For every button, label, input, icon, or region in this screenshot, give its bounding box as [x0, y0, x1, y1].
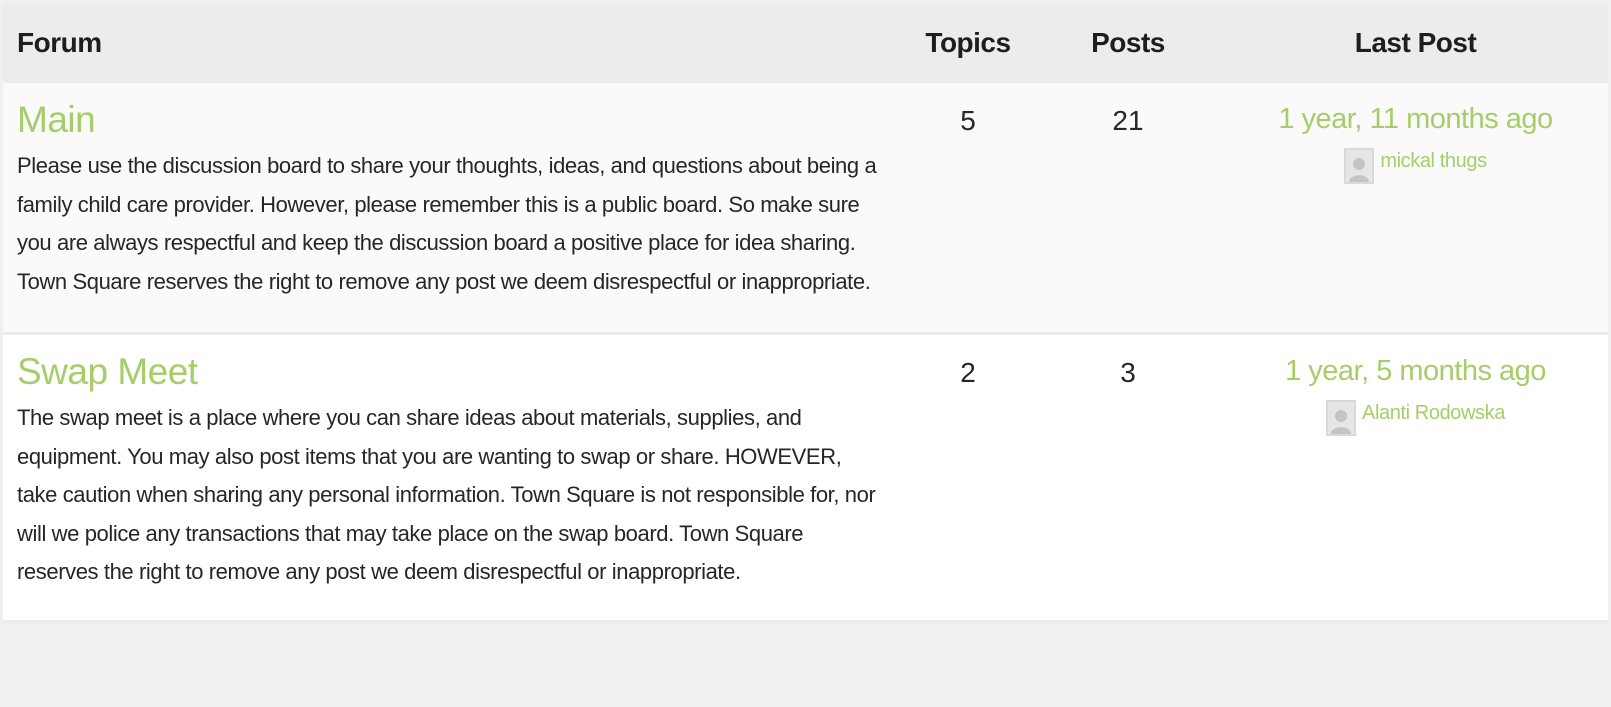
forum-row-main: Main Please use the discussion board to …: [3, 83, 1608, 335]
header-posts: Posts: [1091, 27, 1165, 58]
last-post-cell: 1 year, 5 months ago Alanti Rodowska: [1223, 335, 1608, 439]
page: Forum Topics Posts Last Post Main Please…: [0, 0, 1611, 707]
header-last-post-cell: Last Post: [1223, 27, 1608, 59]
posts-cell: 21: [1033, 83, 1223, 137]
last-post-cell: 1 year, 11 months ago mickal thugs: [1223, 83, 1608, 187]
header-forum-cell: Forum: [3, 27, 903, 59]
forum-row-swap-meet: Swap Meet The swap meet is a place where…: [3, 335, 1608, 623]
table-header: Forum Topics Posts Last Post: [3, 3, 1608, 83]
forum-description: The swap meet is a place where you can s…: [17, 405, 876, 584]
forum-title-link[interactable]: Main: [17, 99, 903, 141]
forum-title-link[interactable]: Swap Meet: [17, 351, 903, 393]
topics-cell: 2: [903, 335, 1033, 389]
header-topics-cell: Topics: [903, 27, 1033, 59]
user-avatar-icon[interactable]: [1344, 148, 1375, 184]
topics-count: 2: [960, 357, 976, 388]
posts-cell: 3: [1033, 335, 1223, 389]
header-posts-cell: Posts: [1033, 27, 1223, 59]
forum-info-cell: Swap Meet The swap meet is a place where…: [3, 335, 903, 592]
last-post-author: Alanti Rodowska: [1326, 400, 1505, 436]
header-topics: Topics: [925, 27, 1011, 58]
forum-table: Forum Topics Posts Last Post Main Please…: [3, 3, 1608, 623]
header-forum: Forum: [17, 27, 102, 58]
header-last-post: Last Post: [1354, 27, 1477, 58]
posts-count: 3: [1120, 357, 1136, 388]
last-post-time-link[interactable]: 1 year, 11 months ago: [1223, 103, 1608, 136]
author-name-link[interactable]: Alanti Rodowska: [1362, 402, 1505, 425]
forum-description: Please use the discussion board to share…: [17, 153, 877, 294]
user-avatar-icon[interactable]: [1326, 400, 1357, 436]
author-name-link[interactable]: mickal thugs: [1380, 150, 1487, 173]
topics-cell: 5: [903, 83, 1033, 137]
last-post-time-link[interactable]: 1 year, 5 months ago: [1223, 355, 1608, 388]
last-post-author: mickal thugs: [1344, 148, 1487, 184]
topics-count: 5: [960, 105, 976, 136]
forum-info-cell: Main Please use the discussion board to …: [3, 83, 903, 301]
posts-count: 21: [1112, 105, 1144, 136]
